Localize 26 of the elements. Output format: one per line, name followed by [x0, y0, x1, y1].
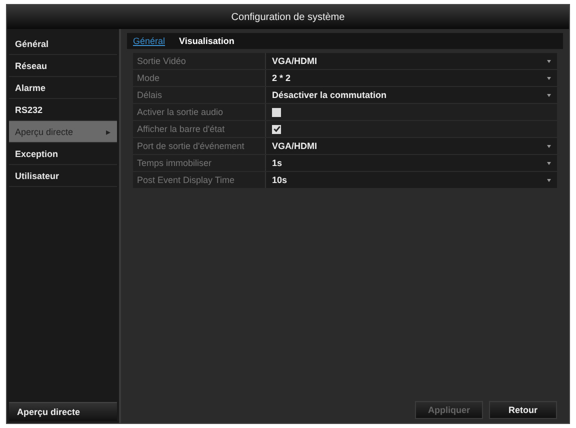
caret-icon — [547, 144, 551, 148]
sidebar-item[interactable]: Utilisateur — [9, 165, 117, 187]
action-button[interactable]: Retour — [489, 401, 557, 419]
caret-icon — [547, 162, 551, 164]
dropdown[interactable]: Désactiver la commutation — [266, 87, 557, 103]
sidebar-item[interactable]: Exception — [9, 143, 117, 165]
dropdown[interactable]: 10s — [266, 172, 557, 188]
dropdown[interactable]: 1s — [266, 155, 557, 171]
dropdown[interactable]: VGA/HDMI — [266, 138, 557, 154]
sidebar-item[interactable]: Réseau — [9, 55, 117, 77]
tab[interactable]: Visualisation — [179, 36, 234, 46]
setting-label: Activer la sortie audio — [133, 104, 266, 120]
dropdown[interactable]: 2 * 2 — [266, 70, 557, 86]
caret-icon — [547, 178, 551, 182]
caret-icon — [547, 76, 551, 80]
sidebar-item[interactable]: Général — [9, 33, 117, 55]
setting-label: Afficher la barre d'état — [133, 121, 266, 137]
tab[interactable]: Général — [133, 36, 166, 46]
dropdown[interactable]: VGA/HDMI — [266, 53, 557, 69]
sidebar-item[interactable]: Alarme — [9, 77, 117, 99]
sidebar-bottom-button[interactable]: Aperçu directe — [9, 402, 117, 421]
caret-icon — [547, 94, 551, 96]
checkbox[interactable] — [272, 124, 281, 134]
window-title: Configuration de système — [7, 5, 569, 29]
caret-icon — [547, 60, 551, 62]
checkbox[interactable] — [272, 108, 281, 116]
